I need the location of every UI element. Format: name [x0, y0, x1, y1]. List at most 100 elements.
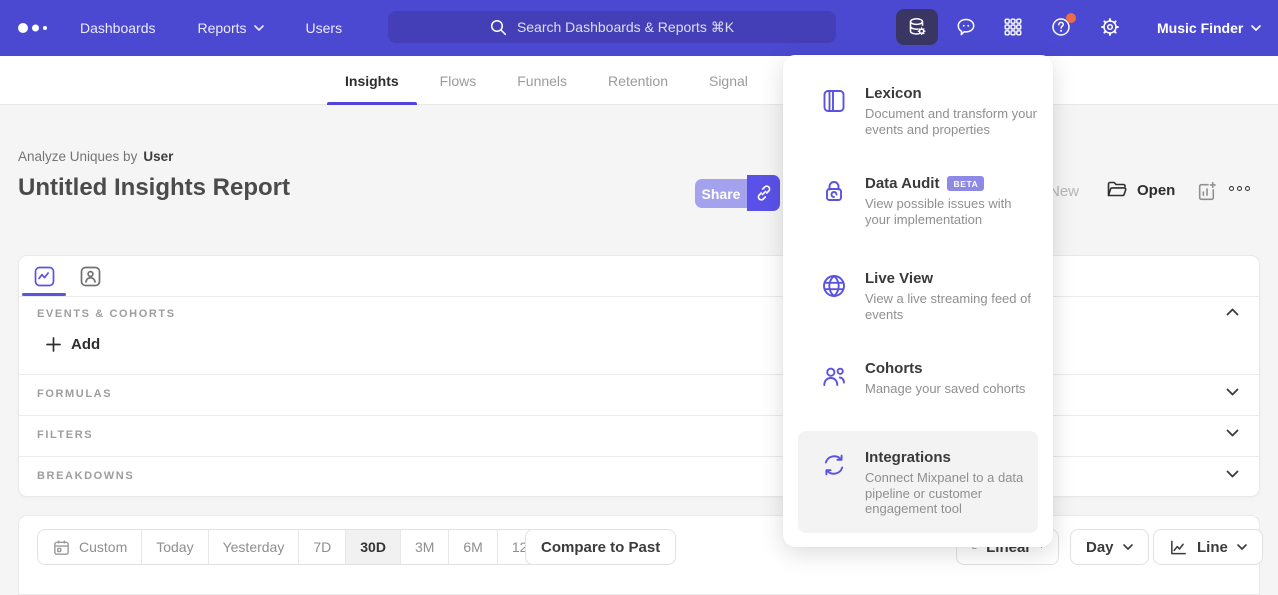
menu-item-lexicon[interactable]: Lexicon Document and transform your even…: [783, 85, 1053, 137]
tab-insights[interactable]: Insights: [345, 56, 399, 105]
share-button[interactable]: Share: [695, 179, 747, 208]
menu-item-live-view[interactable]: Live View View a live streaming feed of …: [783, 270, 1053, 322]
chevron-down-icon: [254, 25, 264, 31]
search-input[interactable]: Search Dashboards & Reports ⌘K: [388, 11, 836, 43]
users-view-tab[interactable]: [70, 262, 110, 291]
link-icon: [754, 183, 774, 203]
page-title[interactable]: Untitled Insights Report: [18, 174, 290, 202]
cohorts-icon: [820, 360, 848, 397]
logo-dot: [32, 25, 39, 32]
divider: [19, 415, 1259, 416]
chart-type-label: Line: [1197, 539, 1228, 556]
menu-item-title: Integrations: [865, 449, 951, 466]
plus-icon: [46, 337, 61, 352]
menu-item-description: View possible issues with your implement…: [865, 196, 1039, 227]
date-range-3m[interactable]: 3M: [401, 530, 449, 564]
chart-add-icon: [1195, 180, 1218, 203]
menu-item-title: Cohorts: [865, 360, 923, 377]
tab-label: Flows: [440, 73, 477, 89]
chart-toolbar: Custom Today Yesterday 7D 30D 3M 6M 12M …: [18, 515, 1260, 595]
date-range-6m[interactable]: 6M: [449, 530, 497, 564]
formulas-section-label: FORMULAS: [37, 388, 112, 400]
divider: [19, 456, 1259, 457]
menu-item-description: Document and transform your events and p…: [865, 106, 1039, 137]
add-to-dashboard-button[interactable]: [1195, 180, 1218, 203]
interval-dropdown[interactable]: Day: [1070, 529, 1149, 565]
chevron-up-icon: [1226, 308, 1239, 316]
new-report-button[interactable]: New: [1049, 183, 1079, 200]
more-options-button[interactable]: [1229, 186, 1250, 191]
data-management-button[interactable]: [896, 9, 938, 45]
tab-retention[interactable]: Retention: [608, 56, 668, 105]
expand-formulas-button[interactable]: [1226, 388, 1239, 396]
date-range-group: Custom Today Yesterday 7D 30D 3M 6M 12M: [37, 529, 554, 565]
subtitle-entity[interactable]: User: [143, 149, 173, 164]
menu-item-title: Lexicon: [865, 85, 922, 102]
nav-dashboards[interactable]: Dashboards: [80, 20, 156, 36]
chevron-down-icon: [1226, 429, 1239, 437]
line-chart-tab-icon: [34, 266, 55, 287]
menu-item-data-audit[interactable]: Data Audit BETA View possible issues wit…: [783, 175, 1053, 227]
date-range-label: Custom: [79, 539, 127, 555]
add-label: Add: [71, 336, 100, 353]
date-range-custom[interactable]: Custom: [38, 530, 142, 564]
chevron-down-icon: [1226, 470, 1239, 478]
apps-button[interactable]: [996, 10, 1030, 44]
chevron-down-icon: [1226, 388, 1239, 396]
date-range-yesterday[interactable]: Yesterday: [209, 530, 300, 564]
events-section-label: EVENTS & COHORTS: [37, 308, 176, 320]
breakdowns-section-label: BREAKDOWNS: [37, 470, 134, 482]
copy-link-button[interactable]: [747, 175, 780, 211]
menu-item-description: Manage your saved cohorts: [865, 381, 1039, 397]
beta-badge: BETA: [947, 176, 984, 191]
database-gear-icon: [906, 16, 928, 38]
date-range-30d[interactable]: 30D: [346, 530, 401, 564]
date-range-today[interactable]: Today: [142, 530, 208, 564]
tab-flows[interactable]: Flows: [440, 56, 477, 105]
nav-label: Dashboards: [80, 20, 156, 36]
expand-breakdowns-button[interactable]: [1226, 470, 1239, 478]
tab-signal[interactable]: Signal: [709, 56, 748, 105]
chevron-down-icon: [1251, 25, 1261, 31]
compare-to-past-button[interactable]: Compare to Past: [525, 529, 676, 565]
search-placeholder: Search Dashboards & Reports ⌘K: [517, 19, 734, 36]
add-event-button[interactable]: Add: [46, 336, 100, 353]
tab-label: Funnels: [517, 73, 567, 89]
lexicon-icon: [820, 85, 848, 137]
folder-icon: [1106, 180, 1128, 200]
metrics-view-tab[interactable]: [24, 262, 64, 291]
tab-funnels[interactable]: Funnels: [517, 56, 567, 105]
menu-item-cohorts[interactable]: Cohorts Manage your saved cohorts: [783, 360, 1053, 397]
date-range-label: 3M: [415, 539, 434, 555]
date-range-label: 6M: [463, 539, 482, 555]
open-report-button[interactable]: Open: [1106, 180, 1175, 200]
chart-type-dropdown[interactable]: Line: [1153, 529, 1263, 565]
interval-label: Day: [1086, 539, 1114, 556]
tab-label: Retention: [608, 73, 668, 89]
data-management-menu: Lexicon Document and transform your even…: [783, 55, 1053, 547]
menu-item-integrations[interactable]: Integrations Connect Mixpanel to a data …: [783, 449, 1053, 517]
project-name: Music Finder: [1157, 20, 1243, 36]
calendar-icon: [52, 538, 71, 557]
feedback-button[interactable]: [949, 10, 983, 44]
nav-users[interactable]: Users: [306, 20, 343, 36]
expand-filters-button[interactable]: [1226, 429, 1239, 437]
help-button[interactable]: [1044, 10, 1078, 44]
settings-button[interactable]: [1093, 10, 1127, 44]
collapse-events-button[interactable]: [1226, 308, 1239, 316]
primary-nav: Dashboards Reports Users: [80, 0, 342, 56]
menu-item-description: Connect Mixpanel to a data pipeline or c…: [865, 470, 1039, 517]
user-tab-icon: [80, 266, 101, 287]
date-range-7d[interactable]: 7D: [299, 530, 346, 564]
date-range-label: Today: [156, 539, 193, 555]
project-switcher[interactable]: Music Finder: [1157, 0, 1261, 56]
compare-label: Compare to Past: [541, 539, 660, 556]
nav-reports[interactable]: Reports: [198, 20, 264, 36]
filters-section-label: FILTERS: [37, 429, 93, 441]
divider: [19, 296, 1259, 297]
logo-dot: [43, 26, 47, 30]
tab-label: Signal: [709, 73, 748, 89]
nav-label: Reports: [198, 20, 247, 36]
search-icon: [490, 19, 507, 36]
mixpanel-logo[interactable]: [18, 21, 54, 35]
